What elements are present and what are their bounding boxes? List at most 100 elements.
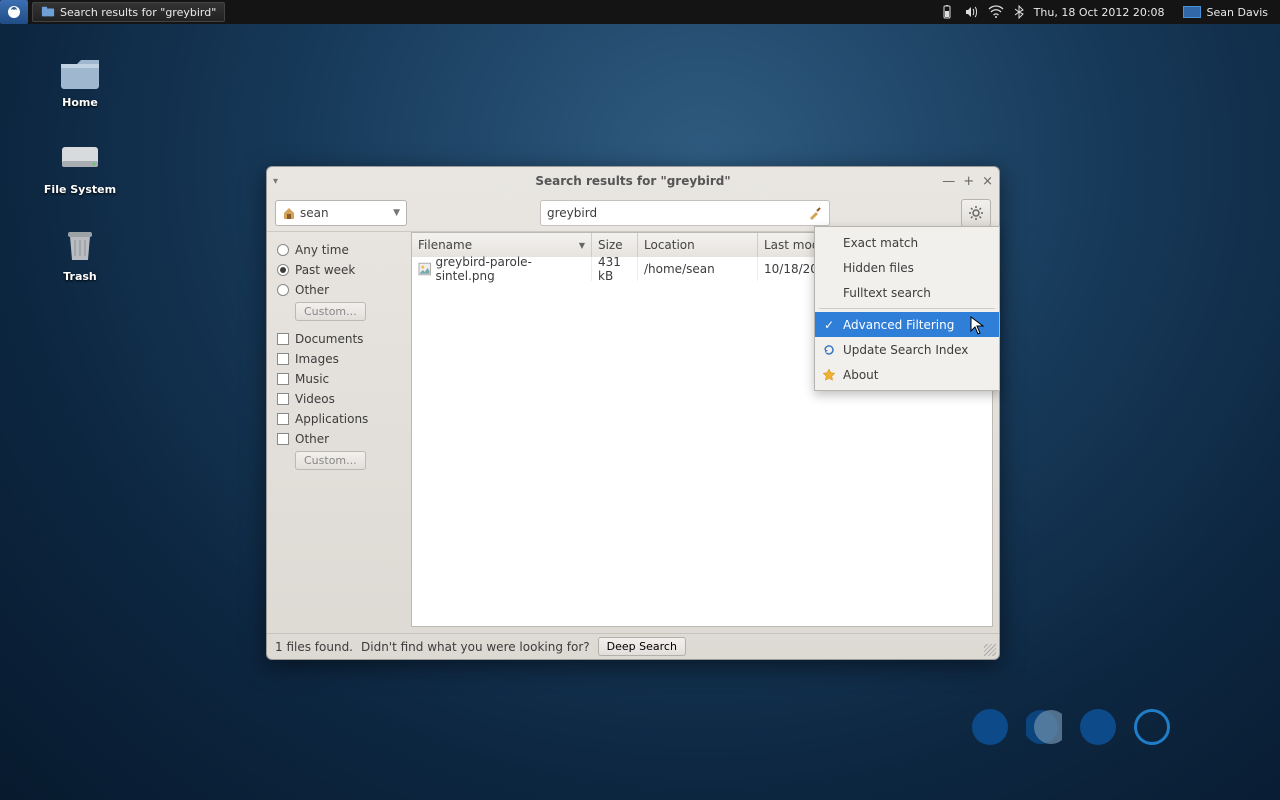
- radio-icon: [277, 264, 289, 276]
- workspace-4[interactable]: [1134, 709, 1170, 745]
- cell-size: 431 kB: [592, 257, 638, 281]
- menu-label: Hidden files: [843, 261, 914, 275]
- menu-label: Update Search Index: [843, 343, 968, 357]
- gear-icon: [968, 205, 984, 221]
- menu-update-index[interactable]: Update Search Index: [815, 337, 999, 362]
- custom-time-button[interactable]: Custom...: [295, 302, 366, 321]
- cell-text: /home/sean: [644, 262, 715, 276]
- desktop-icon-filesystem[interactable]: File System: [30, 137, 130, 196]
- cell-location: /home/sean: [638, 257, 758, 281]
- col-location[interactable]: Location: [638, 233, 758, 257]
- image-file-icon: [418, 262, 431, 276]
- column-label: Size: [598, 238, 623, 252]
- filter-pastweek[interactable]: Past week: [277, 260, 401, 280]
- volume-icon[interactable]: [964, 5, 978, 19]
- menu-label: Fulltext search: [843, 286, 931, 300]
- workspace-3[interactable]: [1080, 709, 1116, 745]
- search-value: greybird: [547, 206, 597, 220]
- filter-anytime[interactable]: Any time: [277, 240, 401, 260]
- filter-applications[interactable]: Applications: [277, 409, 401, 429]
- window-title: Search results for "greybird": [267, 174, 999, 188]
- close-button[interactable]: ×: [982, 174, 993, 189]
- menu-advanced-filtering[interactable]: ✓ Advanced Filtering: [815, 312, 999, 337]
- drive-icon: [58, 137, 102, 177]
- settings-button[interactable]: [961, 199, 991, 227]
- desktop-icon-label: File System: [44, 183, 116, 196]
- filter-sidebar: Any time Past week Other Custom... Docum…: [267, 232, 411, 633]
- radio-icon: [277, 284, 289, 296]
- filter-time-other[interactable]: Other: [277, 280, 401, 300]
- panel-left: Search results for "greybird": [0, 0, 225, 24]
- checkbox-icon: [277, 393, 289, 405]
- clear-icon[interactable]: [807, 205, 823, 221]
- filter-label: Other: [295, 283, 329, 297]
- filter-label: Images: [295, 352, 339, 366]
- desktop-icon-trash[interactable]: Trash: [30, 224, 130, 283]
- checkbox-icon: [277, 413, 289, 425]
- folder-icon: [41, 5, 55, 19]
- menu-separator: [819, 308, 995, 309]
- workspace-1[interactable]: [972, 709, 1008, 745]
- desktop: Home File System Trash: [30, 50, 130, 283]
- taskbar-item-search[interactable]: Search results for "greybird": [32, 2, 225, 22]
- filter-videos[interactable]: Videos: [277, 389, 401, 409]
- workspace-pager: [972, 709, 1170, 745]
- bluetooth-icon[interactable]: [1014, 5, 1024, 19]
- col-filename[interactable]: Filename ▼: [412, 233, 592, 257]
- applications-menu-button[interactable]: [0, 0, 28, 24]
- checkbox-icon: [277, 353, 289, 365]
- checkbox-icon: [277, 373, 289, 385]
- user-menu[interactable]: Sean Davis: [1175, 6, 1276, 19]
- desktop-icon-label: Home: [62, 96, 98, 109]
- window-menu-icon[interactable]: ▾: [273, 176, 278, 187]
- menu-exact-match[interactable]: Exact match: [815, 230, 999, 255]
- filter-label: Applications: [295, 412, 368, 426]
- folder-home-icon: [58, 50, 102, 90]
- location-selector[interactable]: sean ▼: [275, 200, 407, 226]
- maximize-button[interactable]: +: [963, 174, 974, 189]
- menu-hidden-files[interactable]: Hidden files: [815, 255, 999, 280]
- user-name: Sean Davis: [1207, 6, 1268, 19]
- col-size[interactable]: Size: [592, 233, 638, 257]
- desktop-icon-label: Trash: [63, 270, 97, 283]
- status-count: 1 files found.: [275, 640, 353, 654]
- check-icon: ✓: [821, 317, 837, 333]
- filter-label: Other: [295, 432, 329, 446]
- panel-right: Thu, 18 Oct 2012 20:08 Sean Davis: [940, 5, 1280, 19]
- top-panel: Search results for "greybird" Thu, 18 Oc…: [0, 0, 1280, 24]
- filter-label: Documents: [295, 332, 363, 346]
- cell-text: 431 kB: [598, 255, 631, 283]
- filter-label: Videos: [295, 392, 335, 406]
- user-indicator-icon: [1183, 6, 1201, 18]
- trash-icon: [58, 224, 102, 264]
- menu-about[interactable]: About: [815, 362, 999, 387]
- filter-images[interactable]: Images: [277, 349, 401, 369]
- deep-search-button[interactable]: Deep Search: [598, 637, 686, 656]
- minimize-button[interactable]: —: [942, 174, 955, 189]
- filter-label: Past week: [295, 263, 355, 277]
- clock[interactable]: Thu, 18 Oct 2012 20:08: [1034, 6, 1165, 19]
- column-label: Filename: [418, 238, 472, 252]
- cell-text: greybird-parole-sintel.png: [435, 255, 585, 283]
- menu-fulltext-search[interactable]: Fulltext search: [815, 280, 999, 305]
- filter-type-other[interactable]: Other: [277, 429, 401, 449]
- resize-grip[interactable]: [984, 644, 996, 656]
- status-bar: 1 files found. Didn't find what you were…: [267, 633, 999, 659]
- wifi-icon[interactable]: [988, 5, 1004, 19]
- filter-music[interactable]: Music: [277, 369, 401, 389]
- battery-icon[interactable]: [940, 5, 954, 19]
- taskbar-item-label: Search results for "greybird": [60, 6, 216, 19]
- search-input[interactable]: greybird: [540, 200, 830, 226]
- titlebar[interactable]: ▾ Search results for "greybird" — + ×: [267, 167, 999, 195]
- checkbox-icon: [277, 333, 289, 345]
- custom-type-button[interactable]: Custom...: [295, 451, 366, 470]
- menu-label: Exact match: [843, 236, 918, 250]
- checkbox-icon: [277, 433, 289, 445]
- filter-documents[interactable]: Documents: [277, 329, 401, 349]
- filter-label: Music: [295, 372, 329, 386]
- workspace-2[interactable]: [1026, 709, 1062, 745]
- sort-desc-icon: ▼: [579, 241, 585, 250]
- menu-label: About: [843, 368, 878, 382]
- desktop-icon-home[interactable]: Home: [30, 50, 130, 109]
- radio-icon: [277, 244, 289, 256]
